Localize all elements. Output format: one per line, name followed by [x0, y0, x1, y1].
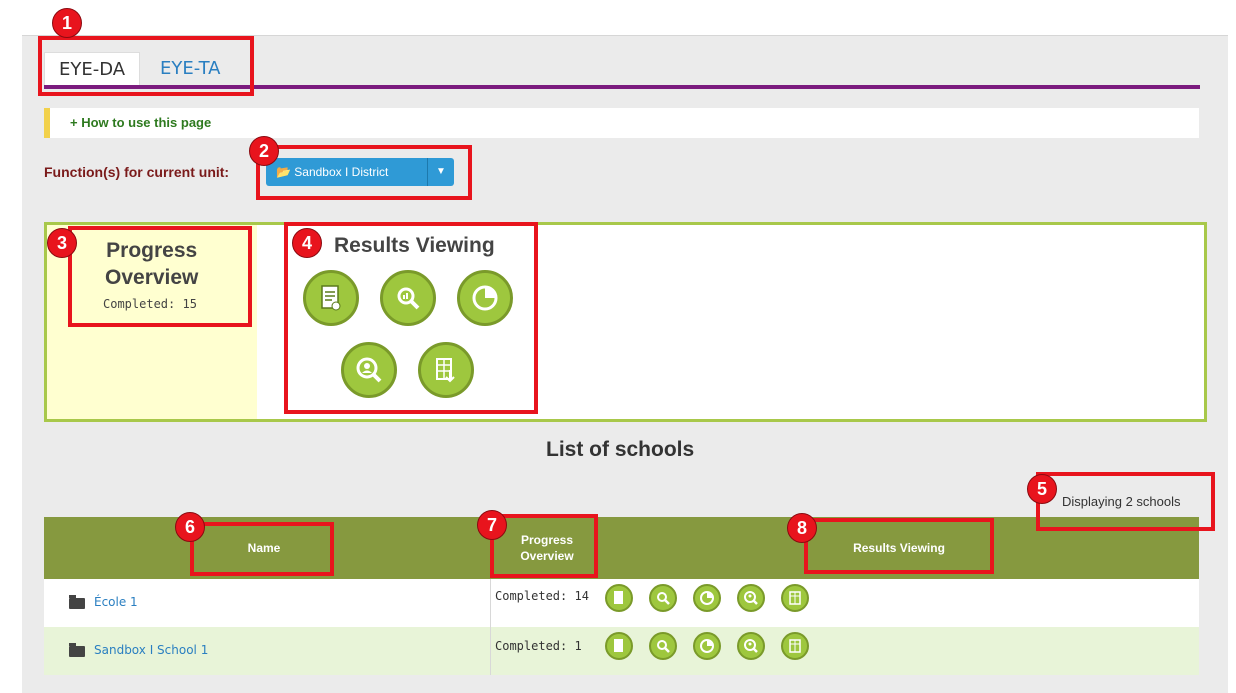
annotation-badge-2: 2 — [249, 136, 279, 166]
user-search-icon[interactable] — [737, 632, 765, 660]
folder-icon — [69, 643, 85, 657]
school-name-link[interactable]: Sandbox I School 1 — [94, 643, 208, 657]
annotation-box-8 — [804, 518, 994, 574]
annotation-badge-8: 8 — [787, 513, 817, 543]
annotation-badge-3: 3 — [47, 228, 77, 258]
report-icon[interactable] — [605, 632, 633, 660]
school-name-link[interactable]: École 1 — [94, 595, 138, 609]
annotation-badge-4: 4 — [292, 228, 322, 258]
list-of-schools-title: List of schools — [546, 438, 695, 461]
row-progress: Completed: 1 — [495, 639, 582, 653]
column-divider — [490, 627, 491, 675]
annotation-box-2 — [256, 145, 472, 200]
user-search-icon[interactable] — [737, 584, 765, 612]
pie-chart-icon[interactable] — [693, 584, 721, 612]
annotation-badge-6: 6 — [175, 512, 205, 542]
annotation-box-6 — [190, 522, 334, 576]
search-chart-icon[interactable] — [649, 632, 677, 660]
column-divider — [490, 579, 491, 627]
annotation-box-3 — [68, 226, 252, 327]
pie-chart-icon[interactable] — [693, 632, 721, 660]
annotation-box-1 — [38, 36, 254, 96]
folder-icon — [69, 595, 85, 609]
report-icon[interactable] — [605, 584, 633, 612]
annotation-badge-1: 1 — [52, 8, 82, 38]
table-row: École 1 Completed: 14 — [44, 579, 1199, 627]
help-bar[interactable]: + How to use this page — [44, 108, 1199, 138]
table-download-icon[interactable] — [781, 584, 809, 612]
annotation-box-4 — [284, 222, 538, 414]
function-label: Function(s) for current unit: — [44, 164, 230, 180]
annotation-badge-7: 7 — [477, 510, 507, 540]
help-link[interactable]: + How to use this page — [70, 115, 211, 130]
row-progress: Completed: 14 — [495, 589, 589, 603]
table-download-icon[interactable] — [781, 632, 809, 660]
table-row: Sandbox I School 1 Completed: 1 — [44, 627, 1199, 675]
annotation-box-5 — [1036, 472, 1215, 531]
search-chart-icon[interactable] — [649, 584, 677, 612]
annotation-badge-5: 5 — [1027, 474, 1057, 504]
